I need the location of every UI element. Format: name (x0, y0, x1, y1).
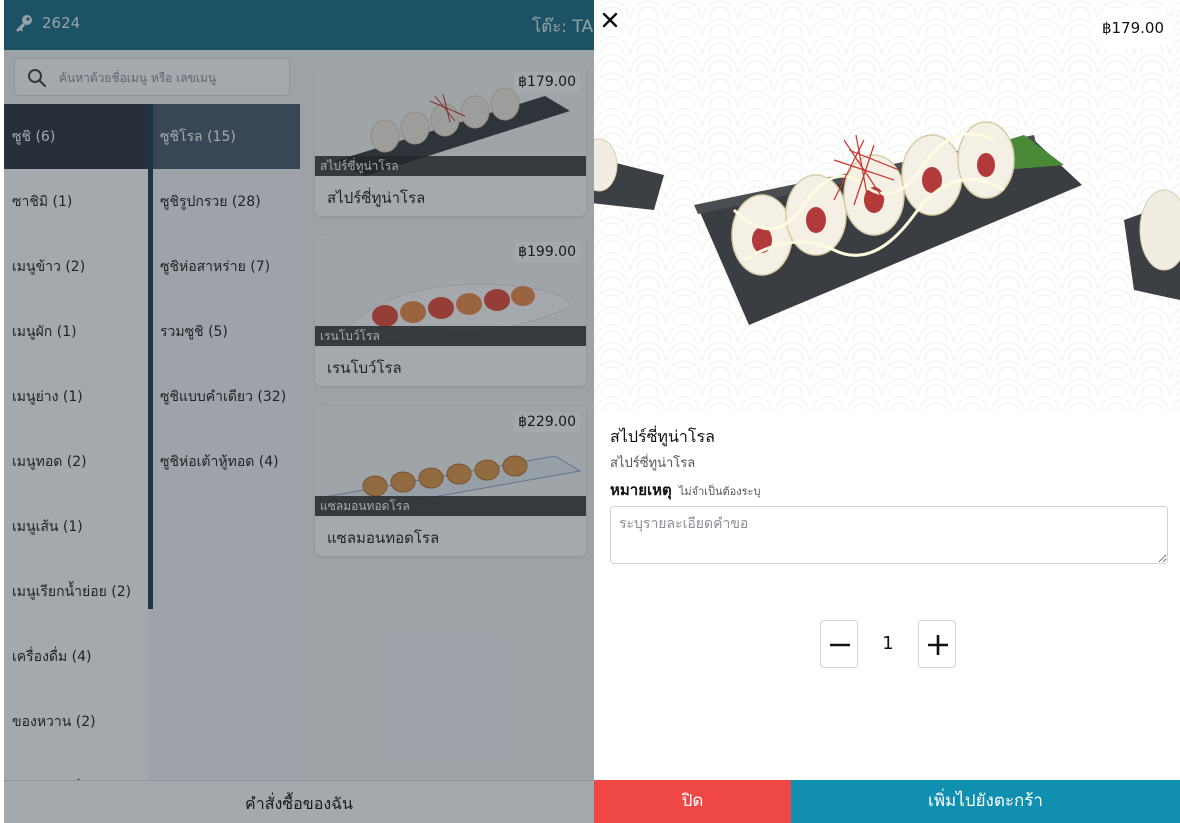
note-label-row: หมายเหตุ ไม่จำเป็นต้องระบุ (610, 478, 760, 502)
close-icon[interactable] (600, 10, 620, 30)
dish-hero-image-area: ฿179.00 (594, 0, 1180, 410)
dish-title: สไปร์ซี่ทูน่าโรล (610, 427, 715, 446)
increase-quantity-button[interactable] (918, 620, 956, 668)
note-label: หมายเหตุ (610, 481, 672, 499)
modal-backdrop[interactable] (4, 0, 594, 823)
item-detail-modal: ฿179.00 สไปร์ซี่ทูน่าโรล สไปร์ซี่ทูน่าโร… (594, 0, 1180, 823)
dish-description: สไปร์ซี่ทูน่าโรล (610, 456, 696, 471)
quantity-stepper: 1 (820, 620, 960, 670)
note-optional-hint: ไม่จำเป็นต้องระบุ (678, 485, 761, 498)
plus-icon (928, 635, 948, 655)
quantity-value: 1 (882, 633, 894, 654)
close-modal-button[interactable]: ปิด (594, 780, 791, 823)
minus-icon (830, 643, 850, 647)
decrease-quantity-button[interactable] (820, 620, 858, 668)
dish-hero-image (594, 121, 1180, 325)
modal-price-badge: ฿179.00 (1093, 8, 1172, 48)
add-to-cart-button[interactable]: เพิ่มไปยังตะกร้า (791, 780, 1180, 823)
app-root: 2624 โต๊ะ: TAKE ค้นหาด้วยชื่อเมนู หรือ เ… (0, 0, 1180, 823)
note-textarea[interactable] (610, 506, 1168, 564)
